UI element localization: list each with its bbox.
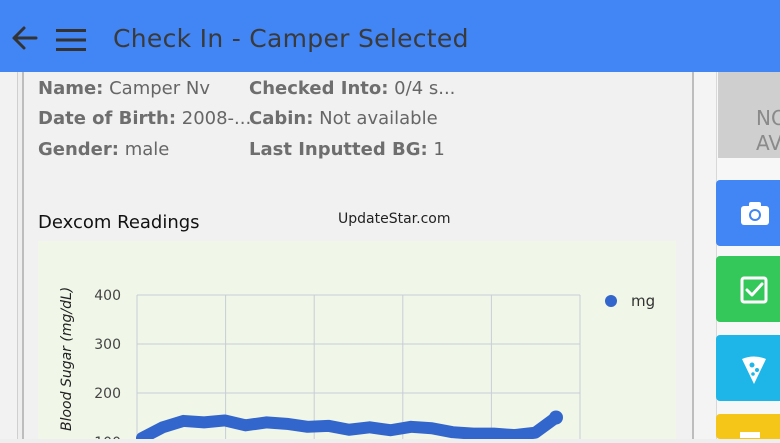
- name-row: Name: Camper Nv: [38, 78, 210, 99]
- photo-text-line2: AV: [756, 131, 780, 155]
- name-value: Camper Nv: [109, 78, 210, 99]
- checked-row: Checked Into: 0/4 s...: [249, 78, 455, 99]
- legend-marker: [605, 295, 617, 307]
- camera-button[interactable]: [716, 180, 780, 246]
- app-bar: Check In - Camper Selected: [0, 0, 780, 72]
- series-line-mg: [136, 411, 562, 443]
- legend-label: mg: [631, 292, 655, 310]
- gender-row: Gender: male: [38, 139, 169, 160]
- left-edge: [0, 72, 18, 439]
- y-tick-label: 200: [94, 386, 121, 402]
- dob-value: 2008-...: [181, 108, 252, 129]
- y-tick-label: 400: [94, 288, 121, 304]
- checkbox-icon: [740, 276, 768, 304]
- y-axis-label: Blood Sugar (mg/dL): [59, 287, 75, 431]
- page-title: Check In - Camper Selected: [113, 24, 469, 53]
- bg-row: Last Inputted BG: 1: [249, 139, 445, 160]
- bg-label: Last Inputted BG:: [249, 139, 428, 160]
- partial-icon: [740, 432, 760, 438]
- dexcom-chart-area: 400 300 200 100 Blood Sugar (mg/dL) mg: [38, 241, 676, 443]
- y-tick-label: 300: [94, 337, 121, 353]
- checked-value: 0/4 s...: [394, 78, 456, 99]
- content-gap: [694, 72, 716, 439]
- dexcom-title: Dexcom Readings: [38, 212, 200, 233]
- pizza-icon: [742, 356, 766, 384]
- hamburger-menu-icon[interactable]: [56, 28, 86, 52]
- cabin-label: Cabin:: [249, 108, 314, 129]
- photo-text-line1: NO: [756, 106, 780, 130]
- cabin-row: Cabin: Not available: [249, 108, 438, 129]
- photo-placeholder-text: NO AV: [756, 106, 780, 156]
- dob-row: Date of Birth: 2008-...: [38, 108, 251, 129]
- more-button[interactable]: [716, 414, 780, 439]
- arrow-left-icon[interactable]: [10, 24, 38, 52]
- cabin-value: Not available: [319, 108, 438, 129]
- check-in-button[interactable]: [716, 256, 780, 322]
- name-label: Name:: [38, 78, 104, 99]
- watermark: UpdateStar.com: [338, 211, 451, 227]
- y-tick-label: 100: [94, 435, 121, 439]
- series-end-point: [549, 410, 563, 425]
- food-button[interactable]: [716, 335, 780, 401]
- camera-icon: [741, 202, 769, 225]
- gender-label: Gender:: [38, 139, 119, 160]
- dexcom-chart: 400 300 200 100 Blood Sugar (mg/dL) mg: [59, 287, 655, 443]
- gender-value: male: [124, 139, 170, 160]
- dob-label: Date of Birth:: [38, 108, 177, 129]
- checked-label: Checked Into:: [249, 78, 389, 99]
- bg-value: 1: [433, 139, 445, 160]
